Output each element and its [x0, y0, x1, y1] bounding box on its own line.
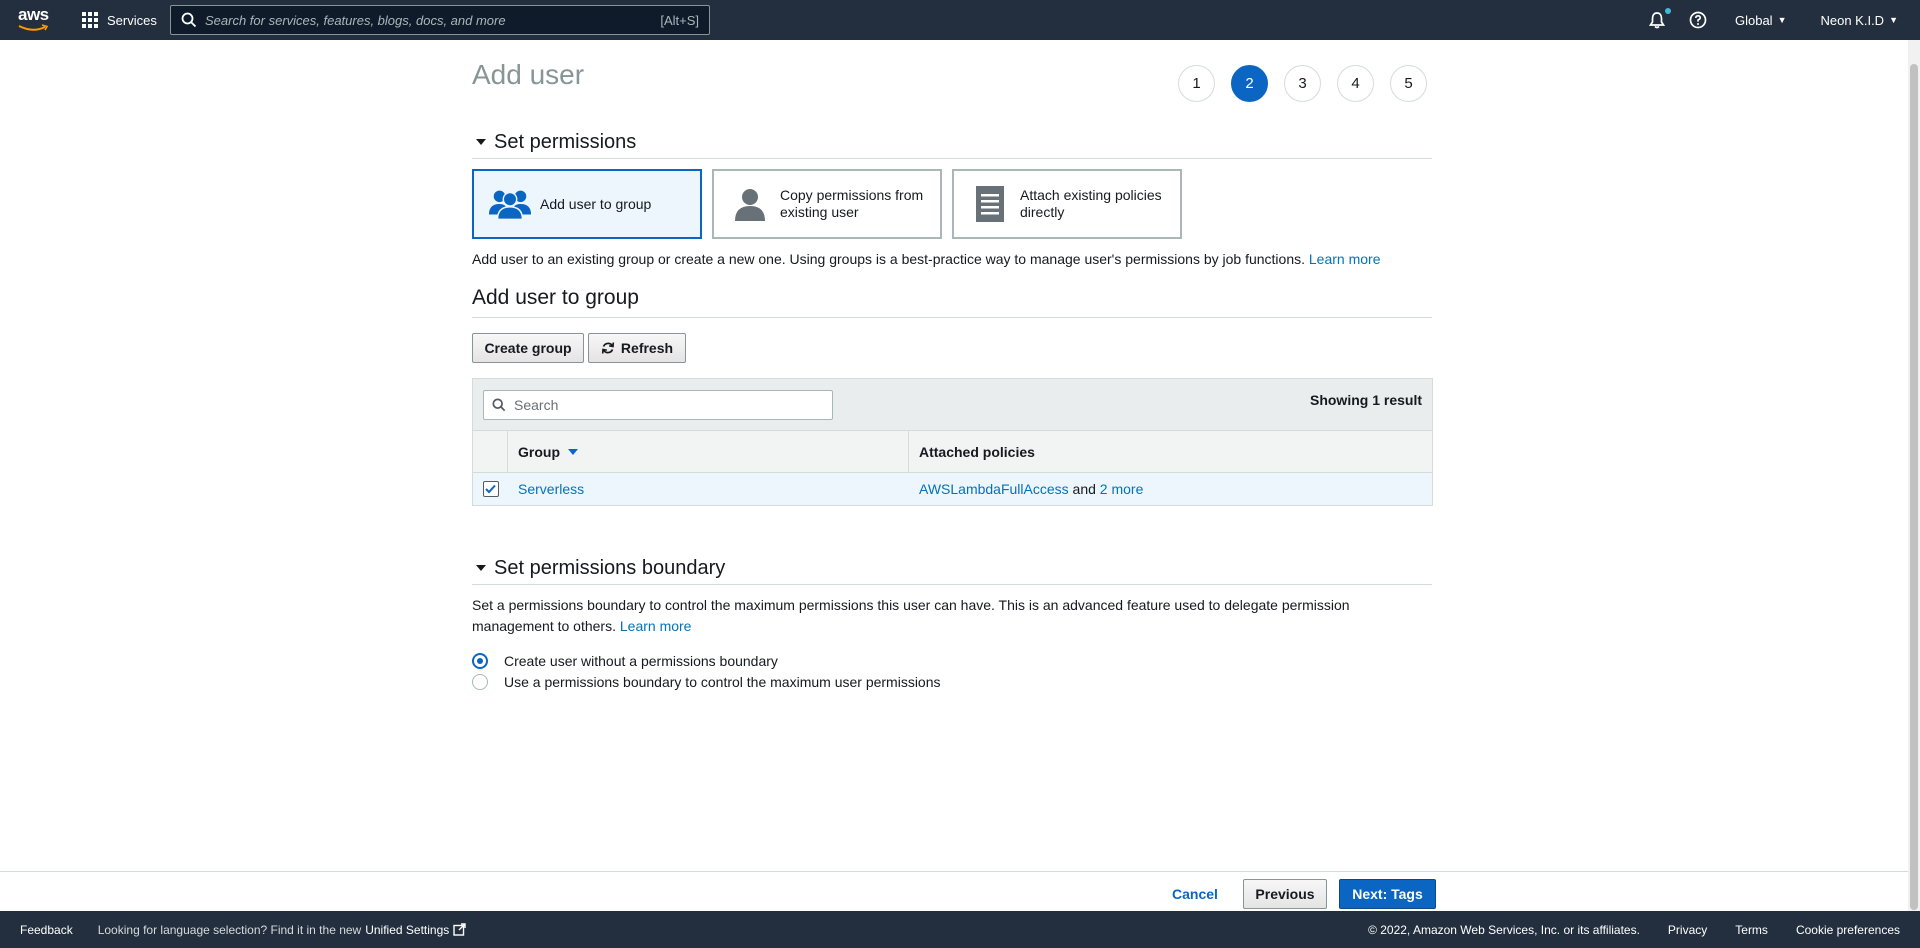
option-add-user-to-group[interactable]: Add user to group [472, 169, 702, 239]
bell-icon [1648, 12, 1666, 29]
set-permissions-heading: Set permissions [494, 130, 637, 153]
step-3[interactable]: 3 [1284, 65, 1321, 102]
account-dropdown[interactable]: Neon K.I.D ▼ [1820, 13, 1898, 28]
refresh-button[interactable]: Refresh [588, 333, 686, 363]
groups-table: Search Showing 1 result Group Attached p… [472, 378, 1433, 506]
table-toolbar: Search Showing 1 result [473, 379, 1432, 431]
aws-logo-text: aws [18, 5, 49, 24]
account-label: Neon K.I.D [1820, 12, 1885, 28]
language-note: Looking for language selection? Find it … [97, 922, 362, 937]
search-placeholder: Search for services, features, blogs, do… [205, 12, 506, 28]
permission-options: Add user to group Copy permissions from … [472, 169, 1182, 239]
notifications-button[interactable] [1647, 8, 1671, 30]
option-attach-policies[interactable]: Attach existing policies directly [952, 169, 1182, 239]
policies-column-header: Attached policies [909, 431, 1432, 472]
learn-more-link[interactable]: Learn more [620, 618, 692, 634]
option-label: Copy permissions from existing user [780, 187, 924, 220]
step-2[interactable]: 2 [1231, 65, 1268, 102]
group-search-input[interactable]: Search [483, 390, 833, 420]
step-4[interactable]: 4 [1337, 65, 1374, 102]
create-group-button[interactable]: Create group [472, 333, 584, 363]
table-header: Group Attached policies [473, 431, 1432, 473]
services-menu-button[interactable]: Services [82, 0, 157, 40]
collapse-caret-icon [476, 139, 486, 145]
scrollbar-thumb[interactable] [1910, 64, 1918, 910]
radio-no-boundary[interactable]: Create user without a permissions bounda… [472, 653, 778, 669]
document-icon [968, 184, 1012, 224]
search-icon [492, 398, 506, 412]
aws-logo[interactable]: aws [18, 6, 52, 32]
group-link[interactable]: Serverless [518, 481, 584, 497]
permissions-boundary-description: Set a permissions boundary to control th… [472, 595, 1372, 637]
previous-button[interactable]: Previous [1243, 879, 1327, 909]
caret-down-icon: ▼ [1889, 15, 1898, 25]
top-navigation: aws Services Search for services, featur… [0, 0, 1920, 40]
refresh-label: Refresh [620, 340, 674, 356]
collapse-caret-icon [476, 565, 486, 571]
external-link-icon [453, 923, 466, 936]
users-group-icon [488, 184, 532, 224]
unified-settings-label: Unified Settings [365, 922, 450, 937]
copyright-text: © 2022, Amazon Web Services, Inc. or its… [1368, 922, 1640, 937]
region-label: Global [1734, 12, 1773, 28]
search-placeholder: Search [514, 397, 559, 413]
wizard-action-bar: Cancel Previous Next: Tags [0, 871, 1908, 911]
permissions-boundary-section-toggle[interactable]: Set permissions boundary [472, 556, 1432, 585]
caret-down-icon: ▼ [1777, 15, 1787, 25]
search-icon [181, 12, 197, 28]
feedback-link[interactable]: Feedback [20, 923, 73, 937]
group-column-header[interactable]: Group [508, 431, 909, 472]
page-scrollbar[interactable] [1908, 40, 1920, 911]
region-dropdown[interactable]: Global ▼ [1735, 13, 1787, 28]
option-copy-permissions[interactable]: Copy permissions from existing user [712, 169, 942, 239]
radio-label: Use a permissions boundary to control th… [504, 674, 941, 690]
terms-link[interactable]: Terms [1735, 923, 1768, 937]
wizard-steps: 1 2 3 4 5 [1178, 65, 1427, 102]
option-label: Add user to group [540, 195, 652, 212]
select-column-header [473, 431, 508, 472]
radio-label: Create user without a permissions bounda… [504, 653, 778, 669]
column-label: Group [518, 443, 560, 460]
unified-settings-link[interactable]: Unified Settings [365, 923, 466, 937]
radio-use-boundary[interactable]: Use a permissions boundary to control th… [472, 674, 941, 690]
sort-down-icon [568, 448, 578, 455]
page-title: Add user [472, 59, 585, 90]
user-icon [728, 184, 772, 224]
description-text: Add user to an existing group or create … [472, 251, 1305, 267]
help-icon[interactable] [1689, 11, 1707, 29]
column-label: Attached policies [919, 443, 1035, 460]
step-1[interactable]: 1 [1178, 65, 1215, 102]
step-5[interactable]: 5 [1390, 65, 1427, 102]
cancel-button[interactable]: Cancel [1172, 886, 1218, 902]
radio-button[interactable] [472, 653, 488, 669]
next-tags-button[interactable]: Next: Tags [1339, 879, 1436, 909]
and-text: and [1072, 481, 1096, 497]
cookie-preferences-link[interactable]: Cookie preferences [1796, 923, 1900, 937]
learn-more-link[interactable]: Learn more [1309, 251, 1381, 267]
search-shortcut: [Alt+S] [660, 12, 699, 28]
set-permissions-description: Add user to an existing group or create … [472, 251, 1380, 267]
privacy-link[interactable]: Privacy [1668, 923, 1707, 937]
services-label: Services [107, 12, 157, 28]
radio-button[interactable] [472, 674, 488, 690]
policy-link[interactable]: AWSLambdaFullAccess [919, 481, 1069, 497]
notification-dot [1664, 8, 1671, 14]
refresh-icon [601, 342, 615, 354]
check-icon [485, 484, 496, 494]
permissions-boundary-heading: Set permissions boundary [494, 556, 726, 579]
description-text: Set a permissions boundary to control th… [472, 597, 1350, 634]
global-search-input[interactable]: Search for services, features, blogs, do… [170, 5, 710, 35]
row-checkbox[interactable] [482, 481, 499, 497]
set-permissions-section-toggle[interactable]: Set permissions [472, 130, 1432, 159]
table-row[interactable]: Serverless AWSLambdaFullAccess and 2 mor… [473, 473, 1432, 505]
option-label: Attach existing policies directly [1020, 187, 1162, 220]
grid-icon [82, 12, 98, 28]
console-footer: Feedback Looking for language selection?… [0, 911, 1920, 948]
add-user-to-group-heading: Add user to group [472, 286, 1432, 318]
more-policies-link[interactable]: 2 more [1100, 481, 1144, 497]
result-count: Showing 1 result [1309, 392, 1422, 408]
aws-smile-icon [18, 24, 49, 31]
